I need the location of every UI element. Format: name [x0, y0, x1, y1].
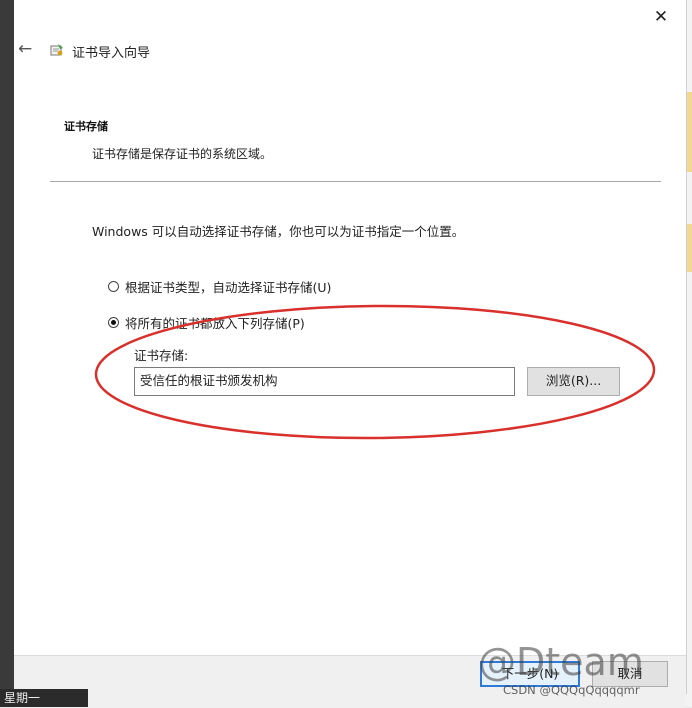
header-divider — [50, 181, 661, 182]
back-button[interactable]: ← — [18, 38, 40, 60]
intro-text: Windows 可以自动选择证书存储，你也可以为证书指定一个位置。 — [92, 224, 465, 239]
radio-auto-select-store[interactable]: 根据证书类型，自动选择证书存储(U) — [108, 277, 331, 296]
radio-label: 将所有的证书都放入下列存储(P) — [125, 316, 305, 331]
arrow-left-icon: ← — [18, 39, 33, 59]
close-button[interactable]: ✕ — [650, 6, 672, 28]
radio-button-selected[interactable] — [108, 317, 119, 328]
browse-button[interactable]: 浏览(R)... — [527, 367, 620, 396]
background-window-left — [0, 0, 14, 707]
watermark-logo: @Dteam — [478, 640, 644, 684]
section-heading: 证书存储 — [64, 120, 108, 133]
background-taskbar-text: 星期一 — [0, 689, 88, 707]
store-label: 证书存储: — [134, 348, 189, 363]
certificate-store-field[interactable]: 受信任的根证书颁发机构 — [134, 367, 515, 396]
close-icon: ✕ — [653, 7, 669, 27]
wizard-title: 证书导入向导 — [72, 46, 151, 61]
radio-place-all-in-store[interactable]: 将所有的证书都放入下列存储(P) — [108, 313, 305, 332]
radio-label: 根据证书类型，自动选择证书存储(U) — [125, 280, 332, 295]
watermark-text: CSDN @QQQqQqqqqmr — [503, 683, 640, 697]
certificate-import-wizard-dialog: ✕ ← 证书导入向导 证书存储 证书存储是保存证书的系统区域。 Windows … — [14, 0, 687, 694]
certificate-wizard-icon — [50, 44, 63, 56]
radio-button[interactable] — [108, 281, 119, 292]
section-description: 证书存储是保存证书的系统区域。 — [92, 147, 273, 161]
